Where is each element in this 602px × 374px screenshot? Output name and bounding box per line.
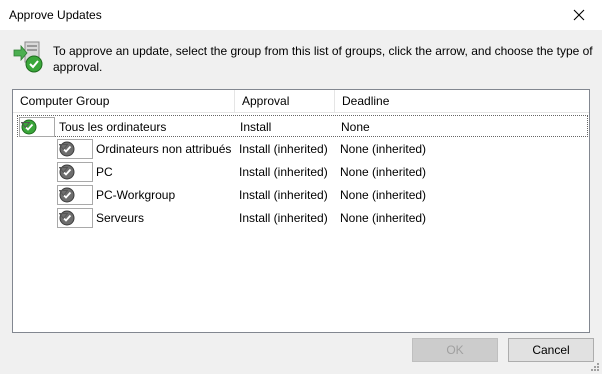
table-row[interactable]: PC Install (inherited) None (inherited): [13, 161, 589, 183]
table-row[interactable]: PC-Workgroup Install (inherited) None (i…: [13, 184, 589, 206]
table-row[interactable]: Serveurs Install (inherited) None (inher…: [13, 207, 589, 229]
approval-value: Install (inherited): [239, 211, 328, 225]
instruction-text: To approve an update, select the group f…: [53, 44, 593, 74]
approval-dropdown[interactable]: [57, 208, 93, 228]
table-row[interactable]: Ordinateurs non attribués Install (inher…: [13, 138, 589, 160]
group-name: Serveurs: [96, 211, 145, 225]
table-row[interactable]: Tous les ordinateurs Install None: [17, 115, 588, 137]
deadline-value: None (inherited): [340, 188, 427, 202]
column-approval[interactable]: Approval: [235, 90, 335, 112]
column-deadline[interactable]: Deadline: [335, 90, 585, 112]
dropdown-arrow-icon: [59, 167, 68, 173]
approval-dropdown[interactable]: [19, 117, 55, 137]
approval-value: Install (inherited): [239, 142, 328, 156]
dropdown-arrow-icon: [59, 190, 68, 196]
deadline-value: None (inherited): [340, 142, 427, 156]
dropdown-arrow-icon: [59, 144, 68, 150]
approval-grid: Computer Group Approval Deadline Tous le…: [12, 89, 590, 333]
group-name: PC-Workgroup: [96, 188, 176, 202]
dropdown-arrow-icon: [21, 122, 30, 128]
group-name: Ordinateurs non attribués: [96, 142, 232, 156]
approval-value: Install: [240, 120, 272, 134]
group-name: PC: [96, 165, 113, 179]
title-bar: Approve Updates: [0, 0, 602, 30]
grid-header: Computer Group Approval Deadline: [13, 90, 589, 113]
dropdown-arrow-icon: [59, 213, 68, 219]
column-computer-group[interactable]: Computer Group: [13, 90, 235, 112]
window-title: Approve Updates: [9, 8, 102, 22]
cancel-button[interactable]: Cancel: [508, 338, 594, 362]
deadline-value: None: [341, 120, 370, 134]
group-name: Tous les ordinateurs: [59, 120, 167, 134]
approval-dropdown[interactable]: [57, 139, 93, 159]
approval-value: Install (inherited): [239, 165, 328, 179]
ok-button[interactable]: OK: [412, 338, 498, 362]
deadline-value: None (inherited): [340, 211, 427, 225]
approval-dropdown[interactable]: [57, 185, 93, 205]
approve-computers-icon: [13, 41, 43, 73]
close-icon: [573, 9, 585, 21]
resize-grip-icon[interactable]: [590, 362, 600, 372]
approval-value: Install (inherited): [239, 188, 328, 202]
approval-dropdown[interactable]: [57, 162, 93, 182]
close-button[interactable]: [556, 0, 602, 30]
dialog-body: To approve an update, select the group f…: [0, 30, 602, 374]
deadline-value: None (inherited): [340, 165, 427, 179]
